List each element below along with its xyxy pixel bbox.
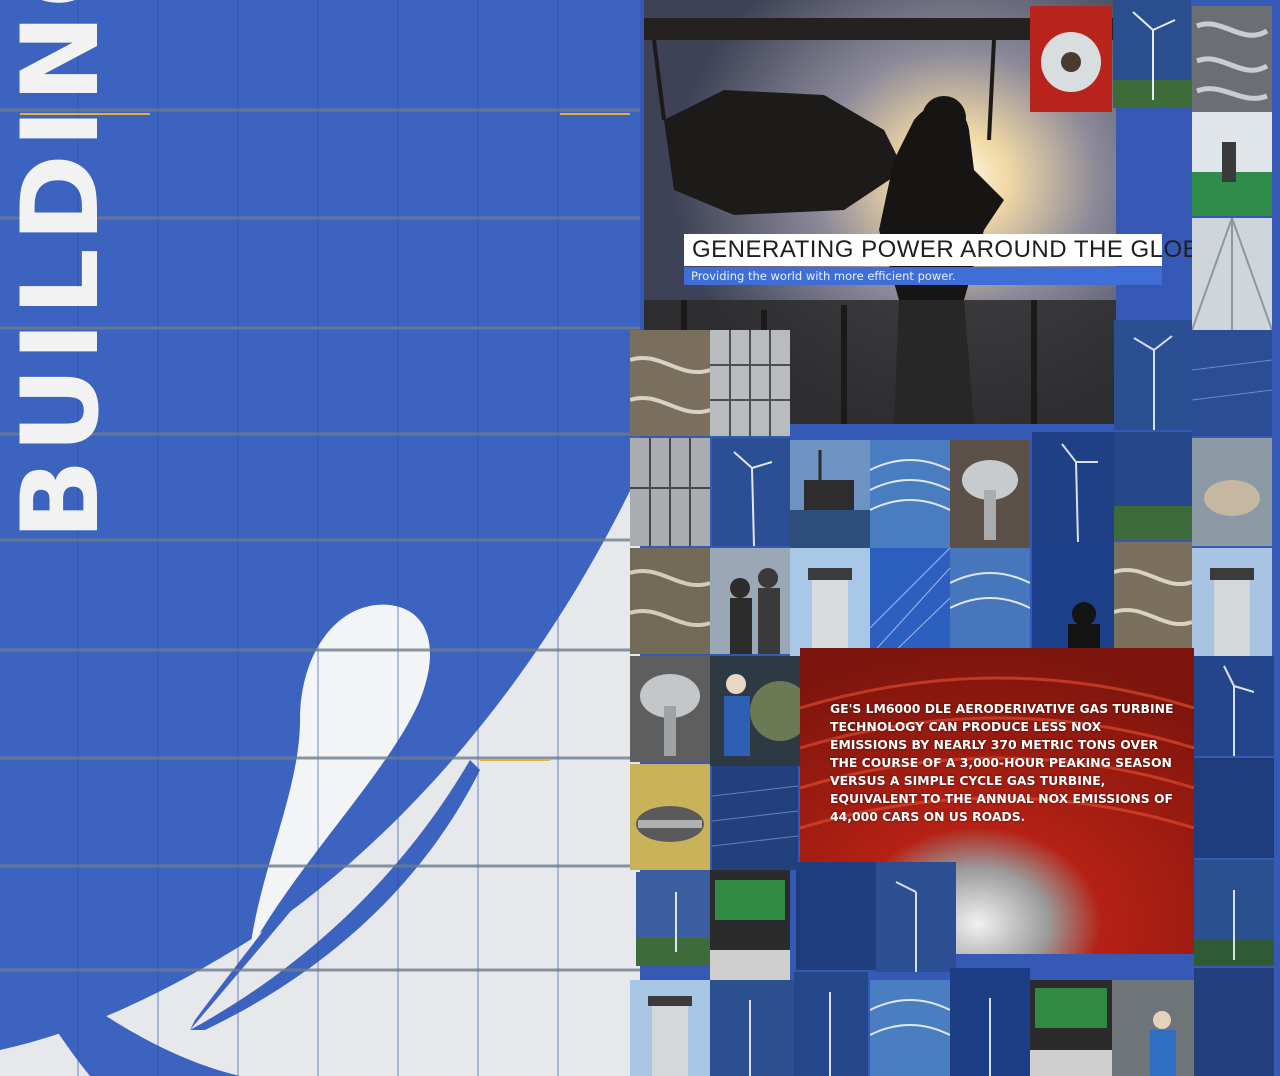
curved-building-tile-3: [870, 980, 950, 1076]
control-room-tile-2: [1030, 980, 1112, 1076]
cooling-tower-icon: [630, 980, 710, 1076]
workers-icon: [1192, 438, 1272, 546]
turbine-engine-icon: [630, 330, 710, 436]
hero-subtitle: Providing the world with more efficient …: [684, 267, 1162, 285]
turbine-engine-icon: [630, 548, 710, 654]
engine-detail-tile: [1192, 6, 1272, 112]
solar-panel-icon: [1192, 330, 1272, 436]
wind-turbine-icon: [1194, 860, 1274, 966]
factory-hall-icon: [1192, 218, 1272, 330]
tower-tile-2: [1192, 548, 1272, 656]
workers-icon: [710, 656, 800, 766]
wind-turbine-icon: [950, 968, 1030, 1076]
solar-tile-6: [796, 862, 876, 970]
building-facade-icon: [630, 438, 710, 546]
building-facade-icon: [870, 440, 950, 548]
engine-tile-1: [630, 330, 710, 436]
tower-tile-3: [630, 980, 710, 1076]
solar-panel-icon: [712, 766, 798, 870]
control-room-icon: [710, 870, 790, 980]
wind-farm-tile: [1113, 0, 1191, 108]
solar-tile-5: [1194, 968, 1274, 1076]
building-facade-icon: [950, 548, 1030, 656]
curved-building-tile: [870, 440, 950, 548]
rotor-tile: [630, 656, 710, 762]
silhouette-tile: [1032, 542, 1114, 650]
wind-turbine-icon: [1113, 0, 1191, 108]
wind-tile-6: [876, 862, 956, 972]
fact-text: GE's LM6000 DLE aeroderivative gas turbi…: [830, 701, 1174, 824]
turbine-engine-icon: [1030, 6, 1112, 112]
wind-turbine-icon: [636, 872, 710, 966]
solar-panel-icon: [1194, 968, 1274, 1076]
solar-closeup-tile: [870, 548, 950, 656]
wind-turbine-icon: [1032, 542, 1114, 650]
wind-tile-5: [1194, 860, 1274, 966]
wind-turbine-icon: [794, 972, 868, 1076]
glass-hall-tile-2: [630, 438, 710, 546]
factory-hall-tile: [1192, 218, 1272, 330]
engine-tile-3: [1114, 542, 1192, 652]
solar-panel-icon: [796, 862, 876, 970]
left-blue-panel: BUILDING: [0, 0, 640, 1076]
glass-hall-tile: [710, 330, 790, 436]
solar-tile-4: [1194, 758, 1274, 858]
building-facade-icon: [870, 980, 950, 1076]
hands-tile: [1192, 438, 1272, 546]
workers-tile: [710, 548, 790, 654]
wind-turbine-icon: [1032, 432, 1114, 542]
control-room-tile: [710, 870, 790, 980]
factory-workers-tile: [1192, 112, 1272, 216]
solar-panel-icon: [1194, 758, 1274, 858]
factory-hall-icon: [1192, 112, 1272, 216]
tower-tile: [790, 548, 870, 656]
turbine-engine-icon: [950, 440, 1030, 548]
building-facade-icon: [710, 330, 790, 436]
turbine-engine-icon: [1114, 542, 1192, 652]
rotor-tile-2: [950, 440, 1030, 548]
solar-panel-icon: [1114, 432, 1192, 540]
wind-tile-3: [1114, 320, 1192, 430]
wind-turbine-icon: [712, 438, 790, 546]
wind-turbine-icon: [1114, 320, 1192, 430]
control-room-icon: [1030, 980, 1112, 1076]
offshore-tile: [790, 440, 870, 548]
wind-tile-2: [1032, 432, 1114, 542]
cooling-tower-icon: [790, 548, 870, 656]
engine-tile-2: [630, 548, 710, 654]
workers-icon: [710, 548, 790, 654]
wind-tile-7: [710, 980, 794, 1076]
wind-tile-9: [950, 968, 1030, 1076]
collage-stage: BUILDING GENERATING POWER AROUND THE GLO…: [0, 0, 1280, 1076]
workers-icon: [1112, 980, 1194, 1076]
solar-panel-icon: [870, 548, 950, 656]
wind-road-tile: [636, 872, 710, 966]
turbine-engine-icon: [630, 656, 710, 762]
turbine-engine-icon: [1192, 6, 1272, 112]
wind-tile-8: [794, 972, 868, 1076]
engineer-tile: [1112, 980, 1194, 1076]
wind-tile-4: [1194, 656, 1274, 756]
hero-caption: GENERATING POWER AROUND THE GLOBE Provid…: [684, 234, 1215, 288]
solar-tile-2: [1114, 432, 1192, 540]
wind-turbine-tile: [712, 438, 790, 546]
cooling-tower-icon: [1192, 548, 1272, 656]
curved-building-tile-2: [950, 548, 1030, 656]
hero-title: GENERATING POWER AROUND THE GLOBE: [684, 234, 1215, 266]
solar-tile-3: [1192, 330, 1272, 436]
building-vertical-word: BUILDING: [0, 0, 122, 540]
solar-field-tile: [712, 766, 798, 870]
assembly-tile: [630, 764, 710, 870]
wind-turbine-icon: [710, 980, 794, 1076]
technician-tile: [710, 656, 800, 766]
factory-hall-icon: [630, 764, 710, 870]
turbine-fan-tile: [1030, 6, 1112, 112]
wind-turbine-icon: [1194, 656, 1274, 756]
wind-turbine-icon: [876, 862, 956, 972]
offshore-platform-icon: [790, 440, 870, 548]
